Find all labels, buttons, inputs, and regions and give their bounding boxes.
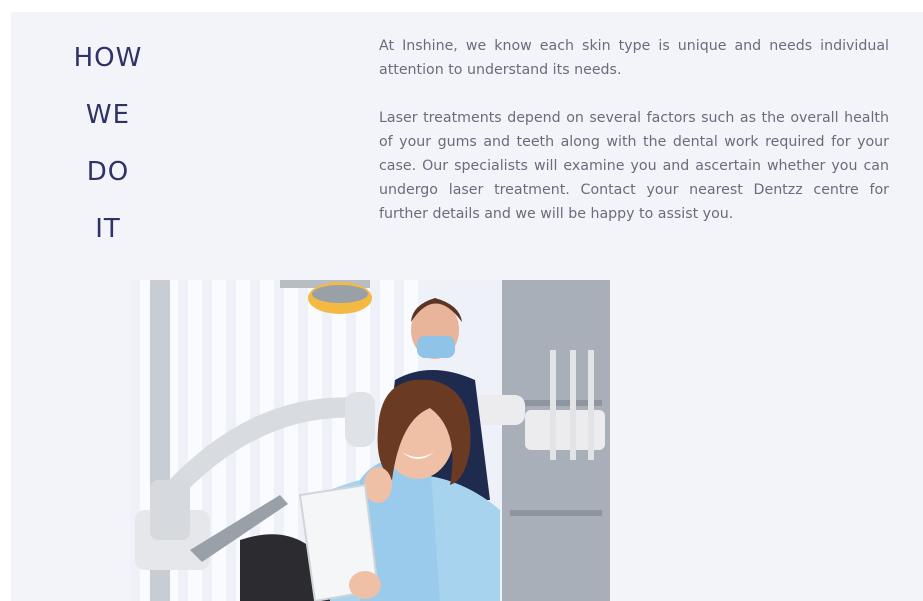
- heading-word-how: HOW: [73, 43, 143, 73]
- intro-paragraph: At Inshine, we know each skin type is un…: [379, 38, 889, 78]
- section-heading: HOW WE DO IT: [53, 30, 163, 258]
- heading-word-do: DO: [86, 157, 130, 187]
- heading-word-we: WE: [85, 100, 131, 130]
- dental-clinic-photo: [130, 280, 610, 601]
- heading-word-it: IT: [95, 214, 121, 244]
- laser-treatment-paragraph: Laser treatments depend on several facto…: [379, 110, 889, 222]
- how-we-do-it-section: HOW WE DO IT At Inshine, we know each sk…: [11, 12, 923, 601]
- section-body: At Inshine, we know each skin type is un…: [379, 34, 889, 250]
